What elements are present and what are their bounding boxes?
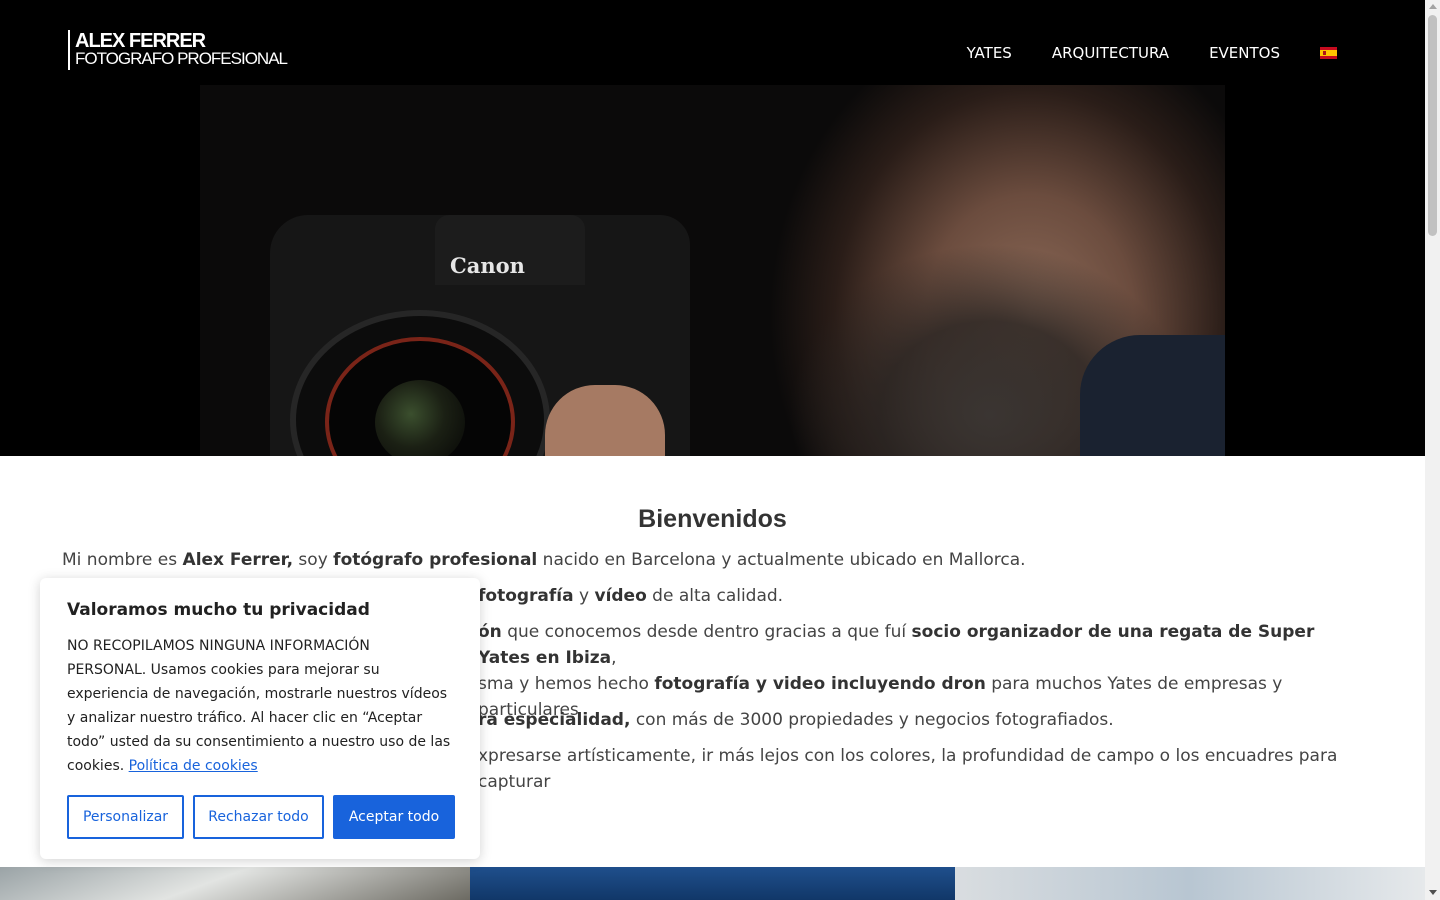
intro-paragraph-2: fotografía y vídeo de alta calidad. xyxy=(478,583,1348,609)
p3-text-1: que conocemos desde dentro gracias a que… xyxy=(501,622,912,642)
p3-bold-3: fotografía y video incluyendo dron xyxy=(654,674,986,694)
cookie-title: Valoramos mucho tu privacidad xyxy=(67,600,370,620)
p3-bold-1: ón xyxy=(478,622,502,642)
hand-shape xyxy=(545,385,665,456)
p1-bold-1: Alex Ferrer, xyxy=(182,550,294,570)
p1-text-2: soy xyxy=(293,550,334,570)
page-title: Bienvenidos xyxy=(638,505,787,533)
cookie-consent-banner: Valoramos mucho tu privacidad NO RECOPIL… xyxy=(40,578,480,859)
p1-bold-2: fotógrafo profesional xyxy=(333,550,538,570)
p1-text-1: Mi nombre es xyxy=(62,550,183,570)
p2-text-2: de alta calidad. xyxy=(646,586,784,606)
site-logo[interactable]: ALEX FERRER FOTOGRAFO PROFESIONAL xyxy=(68,30,288,70)
logo-text: ALEX FERRER FOTOGRAFO PROFESIONAL xyxy=(75,30,288,70)
gallery-thumb-yachts[interactable] xyxy=(470,867,955,900)
nav-item-arquitectura[interactable]: ARQUITECTURA xyxy=(1052,44,1169,62)
hero-photo: Canon xyxy=(200,85,1225,456)
spain-flag-icon[interactable] xyxy=(1320,46,1337,59)
cookie-description: NO RECOPILAMOS NINGUNA INFORMACIÓN PERSO… xyxy=(67,638,451,774)
customize-button[interactable]: Personalizar xyxy=(67,795,184,839)
lens-glass xyxy=(375,380,465,456)
cookie-policy-link[interactable]: Política de cookies xyxy=(129,758,258,774)
logo-line2: FOTOGRAFO PROFESIONAL xyxy=(75,49,288,68)
nav-item-yates[interactable]: YATES xyxy=(967,44,1012,62)
gallery-thumb-architecture[interactable] xyxy=(0,867,470,900)
hero-banner: Canon xyxy=(0,85,1425,456)
p2-bold-2: vídeo xyxy=(594,586,647,606)
accept-all-button[interactable]: Aceptar todo xyxy=(333,795,455,839)
p3-text-3: sma y hemos hecho xyxy=(478,674,655,694)
intro-paragraph-4: ra especialidad, con más de 3000 propied… xyxy=(478,707,1348,733)
nav-item-eventos[interactable]: EVENTOS xyxy=(1209,44,1280,62)
site-header: ALEX FERRER FOTOGRAFO PROFESIONAL YATES … xyxy=(0,0,1425,85)
cookie-buttons: Personalizar Rechazar todo Aceptar todo xyxy=(67,795,455,839)
intro-paragraph-1: Mi nombre es Alex Ferrer, soy fotógrafo … xyxy=(62,547,1352,573)
cookie-text: NO RECOPILAMOS NINGUNA INFORMACIÓN PERSO… xyxy=(67,634,453,778)
scroll-down-arrow-icon[interactable] xyxy=(1429,890,1437,895)
shirt-shape xyxy=(1080,335,1225,456)
p2-bold-1: fotografía xyxy=(478,586,574,606)
reject-all-button[interactable]: Rechazar todo xyxy=(193,795,324,839)
p1-text-3: nacido en Barcelona y actualmente ubicad… xyxy=(537,550,1026,570)
logo-line1: ALEX FERRER xyxy=(75,30,206,52)
intro-paragraph-5: xpresarse artísticamente, ir más lejos c… xyxy=(478,743,1348,795)
p2-text-1: y xyxy=(573,586,595,606)
p3-text-2: , xyxy=(611,648,617,668)
page-scrollbar[interactable] xyxy=(1425,0,1440,900)
scroll-up-arrow-icon[interactable] xyxy=(1429,4,1437,9)
scroll-thumb[interactable] xyxy=(1428,15,1437,236)
gallery-thumb-events[interactable] xyxy=(955,867,1425,900)
camera-brand: Canon xyxy=(450,253,525,278)
p4-bold-1: ra especialidad, xyxy=(478,710,631,730)
p4-text-1: con más de 3000 propiedades y negocios f… xyxy=(630,710,1114,730)
p5-text-1: xpresarse artísticamente, ir más lejos c… xyxy=(478,746,1338,792)
logo-bar xyxy=(68,30,70,70)
